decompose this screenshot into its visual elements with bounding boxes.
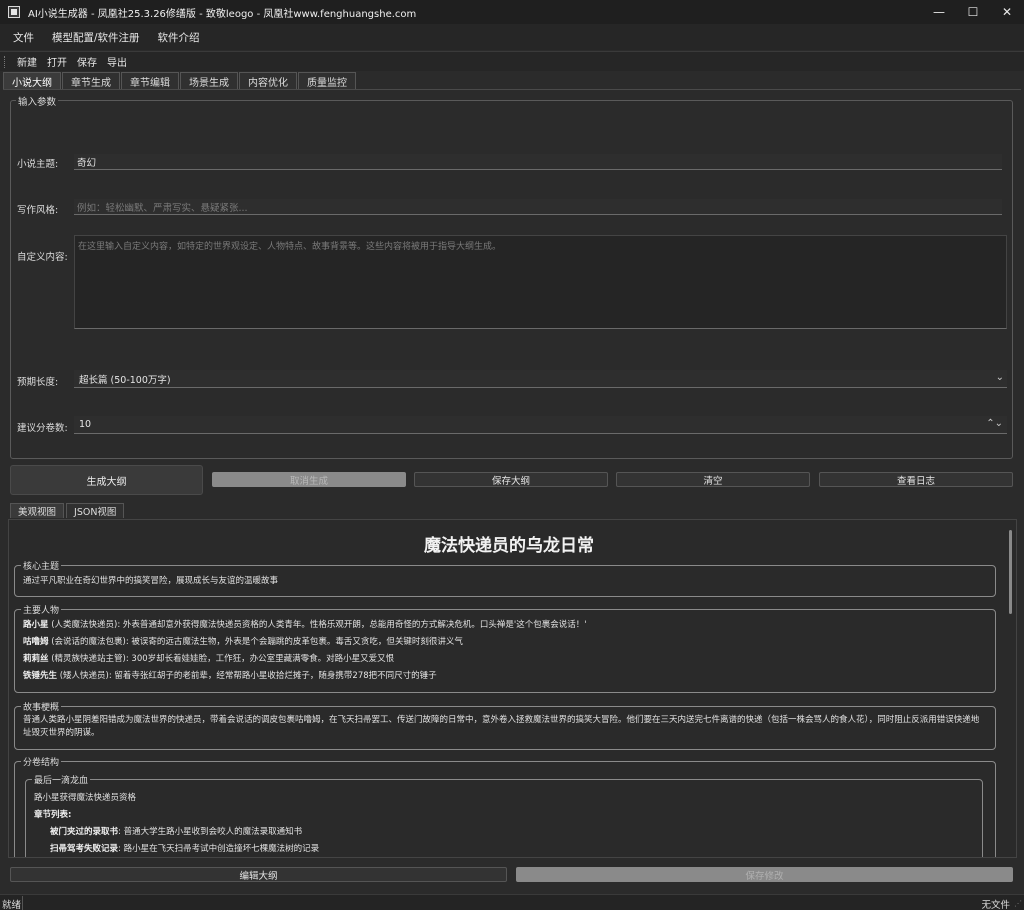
close-button[interactable]: ✕ [990,0,1024,24]
custom-label: 自定义内容: [17,252,68,263]
core-theme-section: 核心主题 通过平凡职业在奇幻世界中的搞笑冒险，展现成长与友谊的温暖故事 [14,559,996,597]
toolbar-grip[interactable] [4,55,6,68]
maximize-button[interactable]: ☐ [956,0,990,24]
theme-label: 小说主题: [17,159,59,170]
new-button[interactable]: 新建 [12,54,42,69]
chapter-item: 扫帚驾考失败记录: 路小星在飞天扫帚考试中创造撞坏七棵魔法树的记录 [26,841,982,857]
character-item: 莉莉丝 (精灵族快递站主管): 300岁却长着娃娃脸，工作狂，办公室里藏满零食。… [15,651,995,668]
view-tabs: 美观视图 JSON视图 [10,503,126,518]
character-name: 铁锤先生 [23,671,58,681]
outline-pane: 输入参数 小说主题: 奇幻 写作风格: 例如：轻松幽默、严肃写实、悬疑紧张...… [3,89,1021,882]
core-theme-title: 核心主题 [21,559,62,572]
export-button[interactable]: 导出 [102,54,132,69]
style-placeholder: 例如：轻松幽默、严肃写实、悬疑紧张... [77,202,248,214]
tab-pretty-view[interactable]: 美观视图 [10,503,65,518]
action-buttons: 生成大纲 取消生成 保存大纲 清空 查看日志 [10,465,1013,495]
volumes-value: 10 [79,419,92,430]
input-params-group: 输入参数 小说主题: 奇幻 写作风格: 例如：轻松幽默、严肃写实、悬疑紧张...… [10,94,1013,459]
save-outline-button[interactable]: 保存大纲 [414,472,608,487]
save-changes-button[interactable]: 保存修改 [516,867,1013,882]
open-button[interactable]: 打开 [42,54,72,69]
length-value: 超长篇 (50-100万字) [79,374,171,386]
characters-section: 主要人物 路小星 (人类魔法快递员): 外表普通却意外获得魔法快递员资格的人类青… [14,603,996,693]
view-log-button[interactable]: 查看日志 [819,472,1013,487]
chapter-item: 被门夹过的录取书: 普通大学生路小星收到会咬人的魔法录取通知书 [26,824,982,841]
character-desc: (精灵族快递站主管): 300岁却长着娃娃脸，工作狂，办公室里藏满零食。对路小星… [48,654,395,664]
tab-json-view[interactable]: JSON视图 [66,503,125,518]
character-desc: (矮人快递员): 留着寺张红胡子的老前辈，经常帮路小星收拾烂摊子，随身携带278… [57,671,437,681]
status-bar: 就绪 无文件 ⋰ [0,894,1024,910]
outline-title: 魔法快递员的乌龙日常 [424,536,594,556]
length-select[interactable]: 超长篇 (50-100万字) ⌄ [74,370,1007,388]
volumes-section: 分卷结构 最后一滴龙血 路小星获得魔法快递员资格 章节列表: 被门夹过的录取书:… [14,755,996,857]
toolbar: 新建 打开 保存 导出 [0,51,1024,71]
chapter-name: 被门夹过的录取书 [50,827,119,837]
bottom-buttons: 编辑大纲 保存修改 [10,867,1013,883]
main-tabs: 小说大纲 章节生成 章节编辑 场景生成 内容优化 质量监控 [3,72,357,90]
group-title: 输入参数 [16,94,59,108]
minimize-button[interactable]: — [922,0,956,24]
chapter-list-label: 章节列表: [26,807,982,824]
spin-arrows-icon[interactable]: ⌃⌄ [986,418,1003,429]
theme-value: 奇幻 [77,157,97,169]
character-item: 咕噜姆 (会说话的魔法包裹): 被误寄的远古魔法生物，外表是个会蹦跳的皮革包裹。… [15,634,995,651]
edit-outline-button[interactable]: 编辑大纲 [10,867,507,882]
chapter-desc: : 路小星在飞天扫帚考试中创造撞坏七棵魔法树的记录 [118,844,320,854]
status-text: 就绪 [2,900,22,910]
app-icon [8,6,20,18]
volumes-title: 分卷结构 [21,755,62,768]
title-bar: AI小说生成器 - 凤凰社25.3.26修缮版 - 致敬leogo - 凤凰社w… [0,0,1024,24]
tab-chapter-gen[interactable]: 章节生成 [62,72,120,90]
synopsis-section: 故事梗概 普通人类路小星阴差阳错成为魔法世界的快递员，带着会说话的调皮包裹咕噜姆… [14,700,996,750]
character-name: 莉莉丝 [23,654,49,664]
menu-file[interactable]: 文件 [4,30,43,45]
file-status: 无文件 [981,900,1010,910]
core-theme-text: 通过平凡职业在奇幻世界中的搞笑冒险，展现成长与友谊的温暖故事 [23,576,279,586]
window-controls: — ☐ ✕ [922,0,1024,24]
tab-optimize[interactable]: 内容优化 [239,72,297,90]
character-desc: (会说话的魔法包裹): 被误寄的远古魔法生物，外表是个会蹦跳的皮革包裹。毒舌又贪… [48,637,463,647]
viewer-scrollbar[interactable] [1009,530,1012,614]
character-name: 路小星 [23,620,49,630]
characters-title: 主要人物 [21,603,62,616]
tab-quality[interactable]: 质量监控 [298,72,356,90]
style-input[interactable]: 例如：轻松幽默、严肃写实、悬疑紧张... [74,199,1002,215]
chapter-list-heading: 章节列表: [34,810,72,820]
chevron-down-icon: ⌄ [995,372,1004,383]
character-item: 路小星 (人类魔法快递员): 外表普通却意外获得魔法快递员资格的人类青年。性格乐… [15,610,995,634]
cancel-generate-button[interactable]: 取消生成 [212,472,406,487]
character-item: 铁锤先生 (矮人快递员): 留着寺张红胡子的老前辈，经常帮路小星收拾烂摊子，随身… [15,668,995,685]
volume-card: 最后一滴龙血 路小星获得魔法快递员资格 章节列表: 被门夹过的录取书: 普通大学… [25,773,983,857]
generate-outline-button[interactable]: 生成大纲 [10,465,203,495]
character-desc: (人类魔法快递员): 外表普通却意外获得魔法快递员资格的人类青年。性格乐观开朗，… [48,620,587,630]
menu-bar: 文件 模型配置/软件注册 软件介绍 [0,24,1024,50]
synopsis-title: 故事梗概 [21,700,62,713]
custom-placeholder: 在这里输入自定义内容，如特定的世界观设定、人物特点、故事背景等。这些内容将被用于… [78,242,502,252]
custom-content-textarea[interactable]: 在这里输入自定义内容，如特定的世界观设定、人物特点、故事背景等。这些内容将被用于… [74,235,1007,329]
volume-desc: 路小星获得魔法快递员资格 [34,793,137,803]
resize-grip-icon[interactable]: ⋰ [1014,899,1022,908]
status-divider [22,896,23,910]
volumes-label: 建议分卷数: [17,423,68,434]
tab-scene-gen[interactable]: 场景生成 [180,72,238,90]
volume-title: 最后一滴龙血 [32,773,91,786]
character-name: 咕噜姆 [23,637,49,647]
volumes-spinbox[interactable]: 10 ⌃⌄ [74,416,1007,434]
menu-about[interactable]: 软件介绍 [149,30,209,45]
tab-outline[interactable]: 小说大纲 [3,72,61,90]
theme-input[interactable]: 奇幻 [74,154,1002,170]
style-label: 写作风格: [17,205,59,216]
outline-viewer[interactable]: 魔法快递员的乌龙日常 核心主题 通过平凡职业在奇幻世界中的搞笑冒险，展现成长与友… [8,519,1017,858]
clear-button[interactable]: 清空 [616,472,810,487]
chapter-name: 扫帚驾考失败记录 [50,844,119,854]
synopsis-text: 普通人类路小星阴差阳错成为魔法世界的快递员，带着会说话的调皮包裹咕噜姆，在飞天扫… [23,715,980,738]
save-button[interactable]: 保存 [72,54,102,69]
menu-model-config[interactable]: 模型配置/软件注册 [43,30,149,45]
length-label: 预期长度: [17,377,59,388]
chapter-desc: : 普通大学生路小星收到会咬人的魔法录取通知书 [118,827,303,837]
tab-chapter-edit[interactable]: 章节编辑 [121,72,179,90]
window-title: AI小说生成器 - 凤凰社25.3.26修缮版 - 致敬leogo - 凤凰社w… [28,8,417,20]
